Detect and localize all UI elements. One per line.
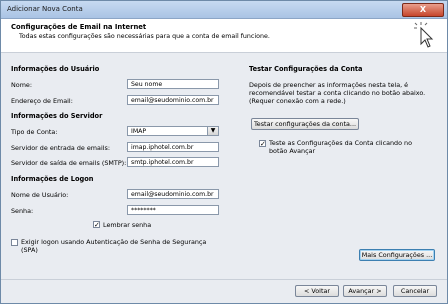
incoming-server-label: Servidor de entrada de emails: xyxy=(11,144,110,152)
header-title: Configurações de Email na Internet xyxy=(11,23,147,31)
title-bar: Adicionar Nova Conta X xyxy=(1,1,447,19)
server-info-heading: Informações do Servidor xyxy=(11,112,103,120)
logon-info-heading: Informações de Logon xyxy=(11,175,94,183)
test-description-line-2: recomendável testar a conta clicando no … xyxy=(249,89,426,97)
email-input[interactable]: email@seudominio.com.br xyxy=(127,95,219,105)
window-title: Adicionar Nova Conta xyxy=(7,5,83,13)
chevron-down-icon[interactable]: ▼ xyxy=(207,127,218,135)
password-label: Senha: xyxy=(11,207,34,215)
spa-label: Exigir logon usando Autenticação de Senh… xyxy=(21,238,207,246)
next-button[interactable]: Avançar > xyxy=(343,285,387,297)
add-account-dialog: Adicionar Nova Conta X Configurações de … xyxy=(0,0,448,304)
dialog-footer: < Voltar Avançar > Cancelar xyxy=(1,280,447,303)
cursor-click-icon xyxy=(414,22,434,48)
account-type-label: Tipo de Conta: xyxy=(11,128,58,136)
cancel-button[interactable]: Cancelar xyxy=(393,285,437,297)
spa-label-abbr: (SPA) xyxy=(21,246,38,254)
test-settings-heading: Testar Configurações da Conta xyxy=(249,65,363,73)
email-label: Endereço de Email: xyxy=(11,97,73,105)
close-button[interactable]: X xyxy=(402,3,444,17)
spa-checkbox[interactable] xyxy=(11,239,18,246)
dialog-header: Configurações de Email na Internet Todas… xyxy=(1,19,447,53)
test-description-line-1: Depois de preencher as informações nesta… xyxy=(249,81,409,89)
password-input[interactable]: ******** xyxy=(127,205,219,215)
auto-test-label-line-1: Teste as Configurações da Conta clicando… xyxy=(269,139,413,147)
back-button[interactable]: < Voltar xyxy=(295,285,339,297)
header-subtitle: Todas estas configurações são necessária… xyxy=(19,33,270,40)
name-input[interactable]: Seu nome xyxy=(127,79,219,89)
auto-test-checkbox[interactable]: ✓ xyxy=(259,140,266,148)
outgoing-server-label: Servidor de saída de emails (SMTP): xyxy=(11,159,127,167)
more-settings-button[interactable]: Mais Configurações ... xyxy=(359,249,435,261)
username-label: Nome de Usuário: xyxy=(11,191,69,199)
outgoing-server-input[interactable]: smtp.iphotel.com.br xyxy=(127,157,219,167)
auto-test-label-line-2: botão Avançar xyxy=(269,147,316,155)
user-info-heading: Informações do Usuário xyxy=(11,65,100,73)
incoming-server-input[interactable]: imap.iphotel.com.br xyxy=(127,142,219,152)
name-label: Nome: xyxy=(11,81,33,89)
account-type-value: IMAP xyxy=(131,128,147,135)
test-description-line-3: (Requer conexão com a rede.) xyxy=(249,97,346,105)
remember-password-checkbox[interactable]: ✓ xyxy=(93,221,100,229)
remember-password-label: Lembrar senha xyxy=(103,221,152,229)
username-input[interactable]: email@seudominio.com.br xyxy=(127,189,219,199)
account-type-select[interactable]: IMAP ▼ xyxy=(127,126,219,136)
test-account-settings-button[interactable]: Testar configurações da conta... xyxy=(251,118,359,130)
